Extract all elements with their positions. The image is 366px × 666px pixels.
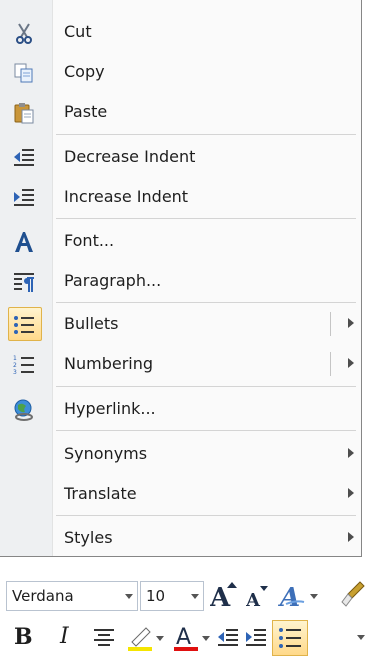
chevron-down-icon[interactable] (125, 594, 133, 599)
mini-toolbar-row-2: B I A (0, 618, 366, 658)
styles-button[interactable]: A (278, 580, 322, 610)
submenu-arrow-icon (348, 448, 354, 458)
menu-item-paste[interactable]: Paste (0, 92, 360, 132)
menu-item-label: Synonyms (64, 444, 148, 463)
shrink-font-glyph: A (246, 590, 261, 610)
paste-icon (12, 101, 36, 125)
highlight-pen-icon[interactable] (126, 624, 166, 652)
format-painter-brush-icon[interactable] (340, 580, 366, 610)
split-divider (330, 352, 331, 376)
increase-indent-icon (12, 186, 36, 210)
decrease-indent-icon[interactable] (216, 626, 240, 650)
font-name-value: Verdana (12, 587, 74, 605)
menu-separator (56, 134, 356, 135)
chevron-down-icon[interactable] (356, 634, 366, 642)
menu-item-decrease-indent[interactable]: Decrease Indent (0, 137, 360, 177)
menu-separator (56, 386, 356, 387)
styles-glyph: A (278, 583, 300, 610)
menu-item-synonyms[interactable]: Synonyms (0, 434, 360, 474)
menu-item-cut[interactable]: Cut (0, 12, 360, 52)
hyperlink-globe-icon (12, 398, 36, 422)
menu-item-styles[interactable]: Styles (0, 518, 360, 558)
menu-item-label: Translate (64, 484, 137, 503)
copy-icon (12, 61, 36, 85)
menu-item-paragraph[interactable]: Paragraph... (0, 261, 360, 301)
submenu-arrow-icon (348, 532, 354, 542)
svg-text:3: 3 (13, 369, 17, 376)
menu-item-label: Cut (64, 22, 92, 41)
font-size-value: 10 (146, 587, 166, 605)
bullets-button[interactable] (272, 620, 308, 656)
mini-toolbar-row-1: Verdana 10 A A A (0, 574, 366, 614)
menu-item-bullets[interactable]: Bullets (0, 304, 360, 344)
font-icon (12, 230, 36, 254)
menu-item-label: Bullets (64, 314, 119, 333)
svg-text:1: 1 (13, 355, 17, 362)
menu-item-increase-indent[interactable]: Increase Indent (0, 177, 360, 217)
increase-indent-icon[interactable] (244, 626, 268, 650)
submenu-arrow-icon[interactable] (348, 318, 354, 328)
grow-font-button[interactable]: A (210, 580, 242, 610)
menu-item-font[interactable]: Font... (0, 221, 360, 261)
menu-item-label: Increase Indent (64, 187, 189, 206)
menu-item-label: Paragraph... (64, 271, 162, 290)
menu-item-label: Numbering (64, 354, 154, 373)
menu-item-numbering[interactable]: 123 Numbering (0, 344, 360, 384)
menu-item-hyperlink[interactable]: Hyperlink... (0, 389, 360, 429)
menu-item-label: Styles (64, 528, 113, 547)
scissors-icon (12, 21, 36, 45)
menu-separator (56, 430, 356, 431)
context-menu: Cut Copy Paste Decrease Indent Increase … (0, 0, 362, 557)
menu-separator (56, 218, 356, 219)
mini-toolbar: Verdana 10 A A A B I A (0, 574, 366, 666)
menu-item-label: Copy (64, 62, 105, 81)
menu-item-copy[interactable]: Copy (0, 52, 360, 92)
decrease-indent-icon (12, 146, 36, 170)
font-color-button[interactable]: A (172, 622, 212, 652)
menu-item-label: Paste (64, 102, 108, 121)
menu-item-label: Font... (64, 231, 115, 250)
italic-button[interactable]: I (60, 622, 69, 652)
menu-separator (56, 302, 356, 303)
split-divider (330, 312, 331, 336)
submenu-arrow-icon (348, 488, 354, 498)
paragraph-icon (12, 270, 36, 294)
menu-item-label: Hyperlink... (64, 399, 156, 418)
center-align-icon[interactable] (92, 626, 116, 650)
numbering-icon: 123 (12, 353, 36, 377)
menu-item-translate[interactable]: Translate (0, 474, 360, 514)
font-size-combo[interactable]: 10 (140, 581, 204, 611)
submenu-arrow-icon[interactable] (348, 358, 354, 368)
chevron-down-icon[interactable] (191, 594, 199, 599)
svg-text:2: 2 (13, 362, 17, 369)
menu-item-label: Decrease Indent (64, 147, 196, 166)
font-color-glyph: A (176, 625, 191, 650)
bold-button[interactable]: B (14, 622, 33, 652)
bullets-icon (12, 313, 36, 337)
menu-separator (56, 515, 356, 516)
shrink-font-button[interactable]: A (246, 584, 272, 610)
font-name-combo[interactable]: Verdana (6, 581, 138, 611)
